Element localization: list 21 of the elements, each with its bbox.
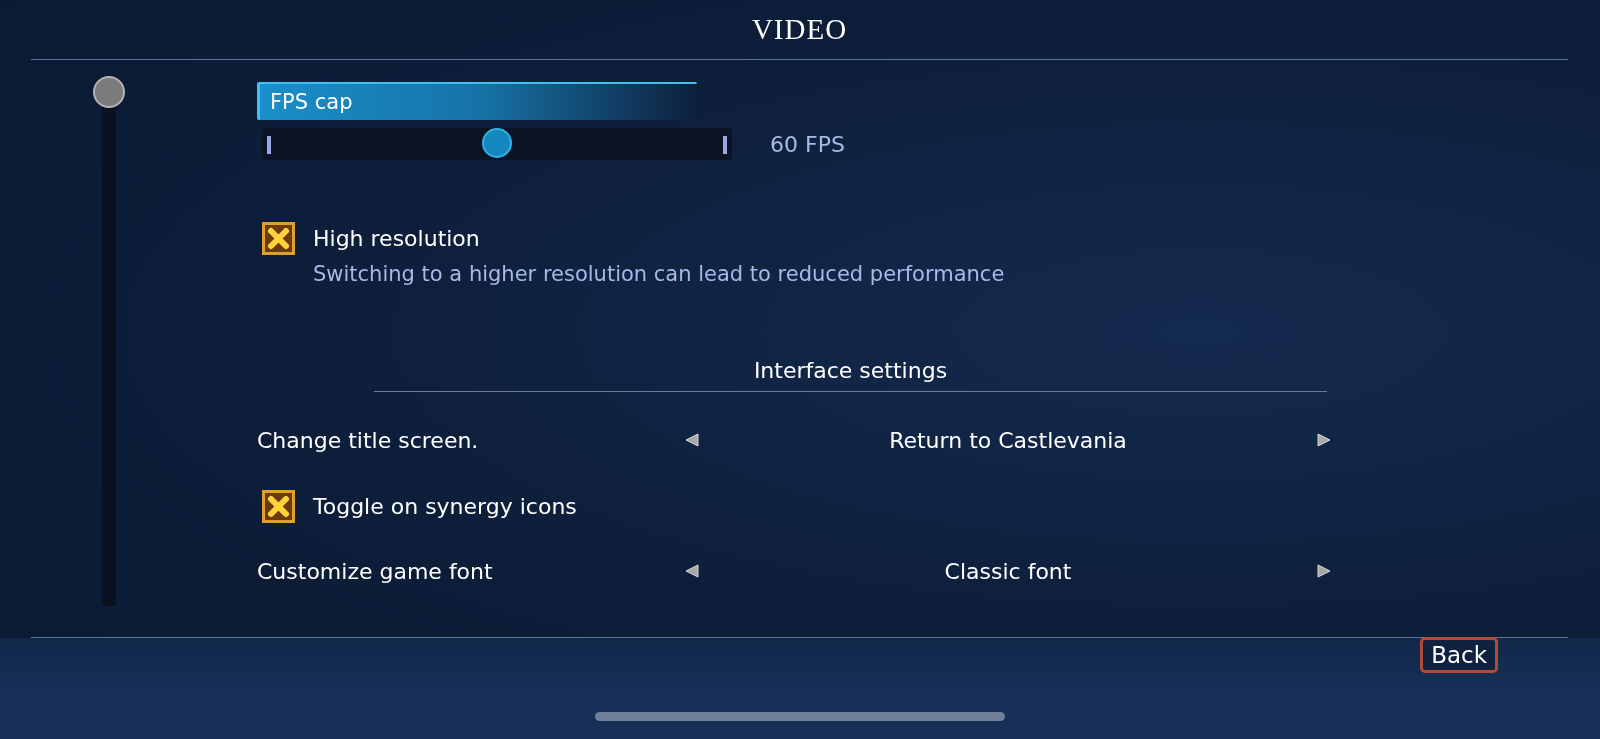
slider-track[interactable] <box>262 128 732 160</box>
slider-thumb[interactable] <box>482 128 512 158</box>
slider-label[interactable]: FPS cap <box>257 82 697 120</box>
scroll-bar[interactable] <box>92 76 126 606</box>
right-arrow-icon[interactable] <box>1317 433 1331 447</box>
left-arrow-icon[interactable] <box>685 433 699 447</box>
option-label: Customize game font <box>257 557 494 586</box>
left-arrow-icon[interactable] <box>685 564 699 578</box>
section-heading: Interface settings <box>374 355 1327 392</box>
checkbox[interactable] <box>262 222 295 255</box>
option-label: Toggle on synergy icons <box>313 493 577 521</box>
screen-title: VIDEO <box>751 13 848 46</box>
option-value: Return to Castlevania <box>888 427 1128 453</box>
checkbox[interactable] <box>262 490 295 523</box>
back-button[interactable]: Back <box>1420 637 1498 673</box>
right-arrow-icon[interactable] <box>1317 564 1331 578</box>
option-value: Classic font <box>943 558 1073 584</box>
option-label: High resolution <box>313 225 481 253</box>
option-description: Switching to a higher resolution can lead to reduced performance <box>313 261 1005 288</box>
slider-value: 60 FPS <box>770 131 845 157</box>
option-label: Change title screen. <box>257 426 480 455</box>
